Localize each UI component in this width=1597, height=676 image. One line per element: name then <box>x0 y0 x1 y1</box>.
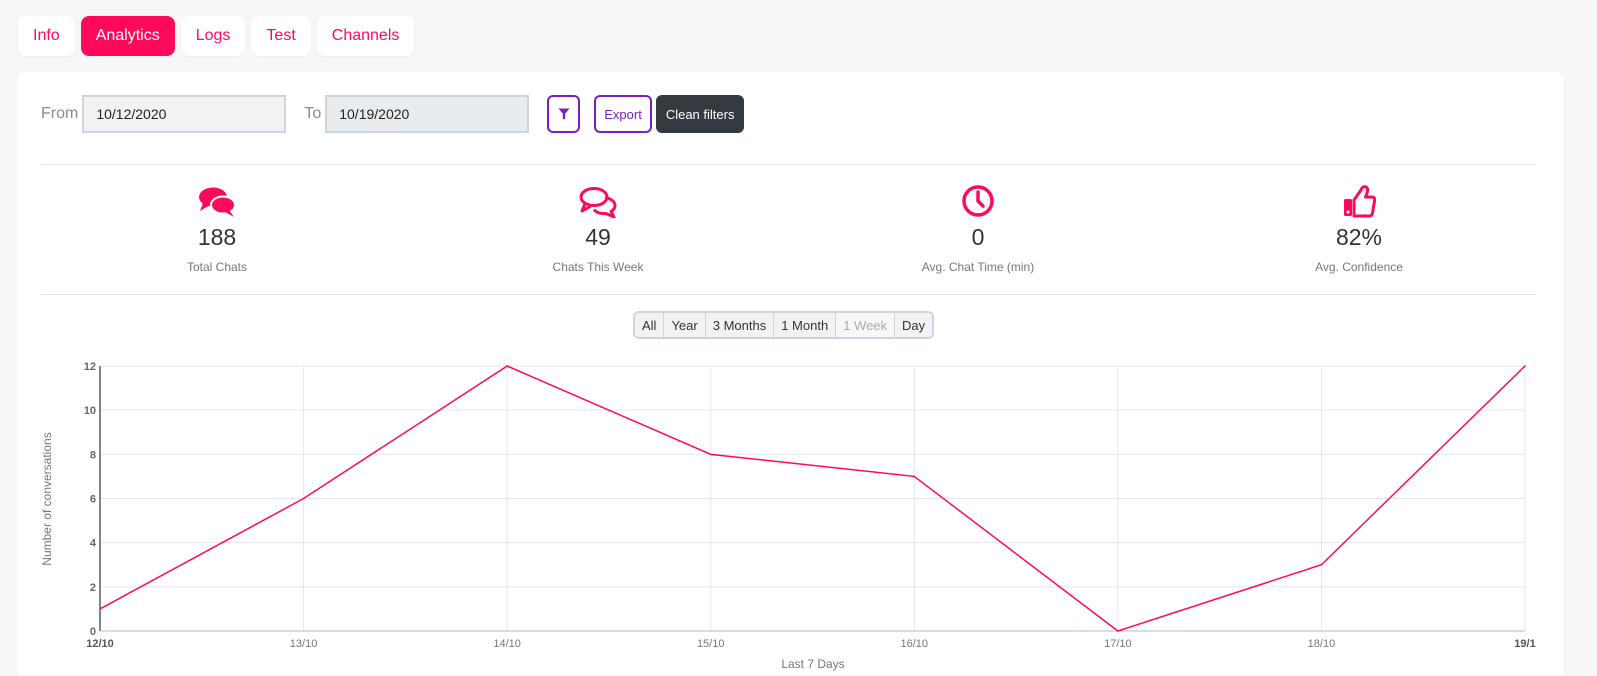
x-tick-label: 13/10 <box>290 638 318 650</box>
stat-label: Avg. Confidence <box>1315 260 1403 274</box>
x-tick-label: 14/10 <box>493 638 521 650</box>
from-date-input[interactable] <box>82 95 287 133</box>
y-tick-label: 10 <box>84 405 96 417</box>
range-1-week-button: 1 Week <box>836 313 896 337</box>
y-tick-label: 2 <box>90 582 96 594</box>
filter-row: From To Export Clean filters <box>41 95 745 133</box>
clean-filters-button[interactable]: Clean filters <box>655 95 745 133</box>
x-tick-label: 15/10 <box>697 638 725 650</box>
y-tick-label: 12 <box>84 361 96 373</box>
to-label: To <box>304 105 322 122</box>
stat-avg-confidence: 82% Avg. Confidence <box>1239 182 1479 274</box>
x-axis-label: Last 7 Days <box>781 657 844 671</box>
stat-value: 82% <box>1335 224 1383 250</box>
range-day-button[interactable]: Day <box>895 313 933 337</box>
stat-label: Avg. Chat Time (min) <box>921 260 1035 274</box>
range-1-month-button[interactable]: 1 Month <box>774 313 837 337</box>
from-label: From <box>41 105 79 122</box>
y-tick-label: 0 <box>90 626 96 638</box>
data-point <box>1320 563 1323 566</box>
data-point <box>302 497 305 500</box>
tab-info[interactable]: Info <box>18 16 75 56</box>
stats-row: 188 Total Chats 49 Chats This Week 0 Avg… <box>41 182 1561 282</box>
x-tick-label: 18/10 <box>1308 638 1336 650</box>
range-3-months-button[interactable]: 3 Months <box>705 313 775 337</box>
tab-bar: Info Analytics Logs Test Channels <box>18 16 415 56</box>
filter-button[interactable] <box>547 95 581 133</box>
y-axis-label: Number of conversations <box>40 432 54 565</box>
x-tick-label: 12/10 <box>86 638 114 650</box>
range-all-button[interactable]: All <box>635 313 665 337</box>
stat-chats-this-week: 49 Chats This Week <box>478 182 718 274</box>
tab-analytics[interactable]: Analytics <box>80 16 175 56</box>
time-range-selector: All Year 3 Months 1 Month 1 Week Day <box>633 311 935 339</box>
x-tick-label: 19/1 <box>1514 638 1535 650</box>
data-point <box>709 453 712 456</box>
y-tick-label: 4 <box>90 538 97 550</box>
y-tick-label: 8 <box>90 449 96 461</box>
x-tick-label: 16/10 <box>901 638 929 650</box>
stat-value: 0 <box>971 224 985 250</box>
stat-total-chats: 188 Total Chats <box>97 182 337 274</box>
export-button[interactable]: Export <box>594 95 652 133</box>
tab-channels[interactable]: Channels <box>316 16 415 56</box>
stat-value: 188 <box>197 224 237 250</box>
data-point <box>99 608 101 610</box>
data-point <box>1524 365 1526 367</box>
data-point <box>913 475 916 478</box>
divider-bottom <box>41 294 1536 295</box>
stat-value: 49 <box>585 224 611 250</box>
to-date-input[interactable] <box>325 95 530 133</box>
comments-icon <box>97 182 337 218</box>
clock-icon <box>858 182 1098 218</box>
conversations-line-chart: Number of conversations Last 7 Days 0 2 4 6… <box>40 361 1536 671</box>
stat-avg-chat-time: 0 Avg. Chat Time (min) <box>858 182 1098 274</box>
tab-logs[interactable]: Logs <box>180 16 246 56</box>
thumbs-up-icon <box>1239 182 1479 218</box>
filter-icon <box>558 108 570 120</box>
stat-label: Chats This Week <box>552 260 644 274</box>
data-point <box>1117 630 1119 632</box>
divider-top <box>41 164 1536 165</box>
stat-label: Total Chats <box>186 260 248 274</box>
y-tick-label: 6 <box>90 494 96 506</box>
data-point <box>506 365 508 367</box>
comments-outline-icon <box>478 182 718 218</box>
x-tick-label: 17/10 <box>1104 638 1132 650</box>
range-year-button[interactable]: Year <box>664 313 706 337</box>
tab-test[interactable]: Test <box>251 16 311 56</box>
